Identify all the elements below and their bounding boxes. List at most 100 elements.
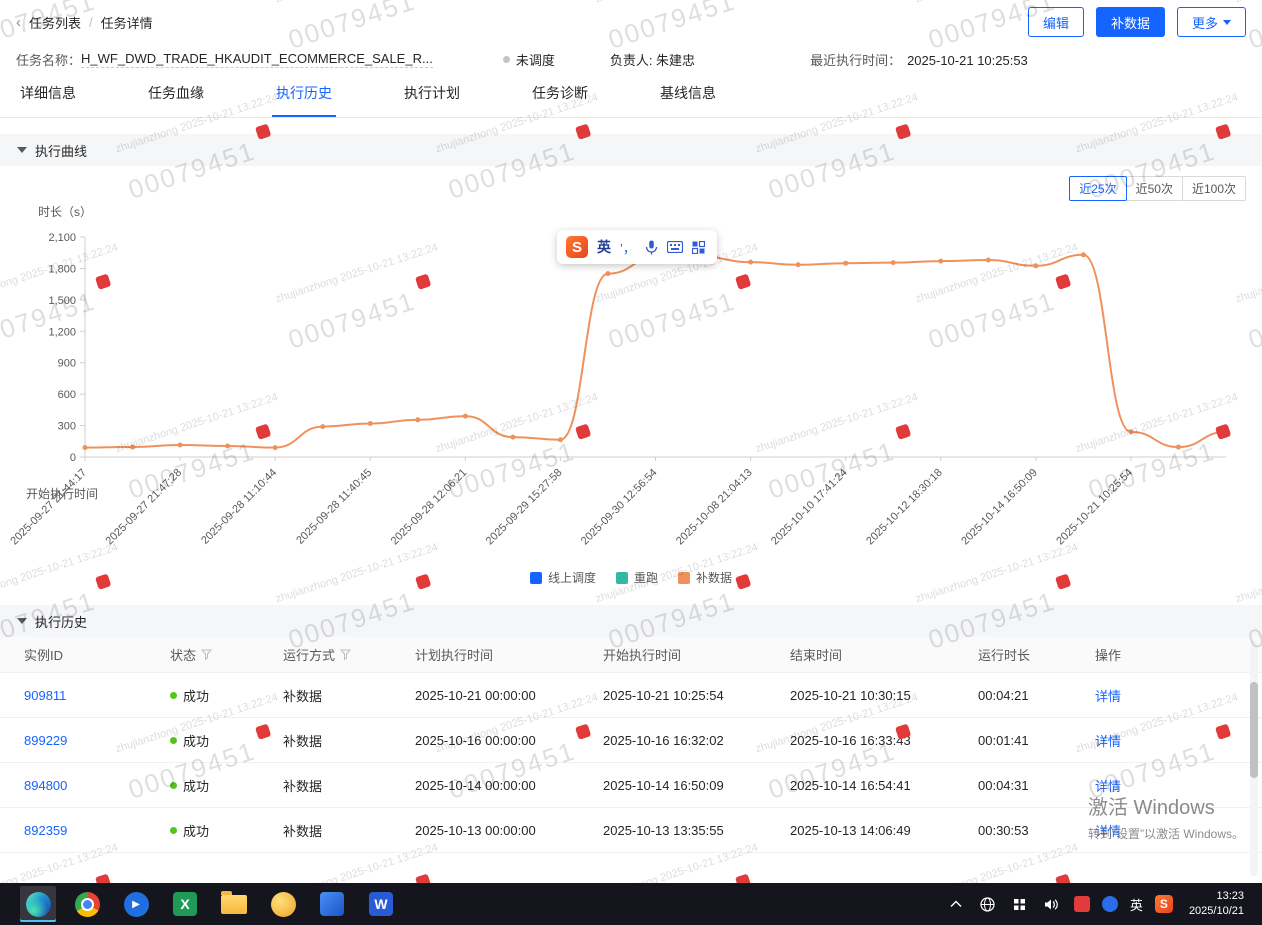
table-scrollbar-thumb[interactable] <box>1250 682 1258 778</box>
tray-blue-app-icon[interactable] <box>1102 896 1118 912</box>
sogou-tray-icon[interactable]: S <box>1155 895 1173 913</box>
svg-text:1,500: 1,500 <box>48 295 76 307</box>
instance-id-link[interactable]: 892359 <box>24 823 170 838</box>
col-start-time: 开始执行时间 <box>603 645 790 664</box>
windows-taskbar: ▶ X W 英 S 13:23 <box>0 883 1262 925</box>
line-chart-canvas[interactable]: 03006009001,2001,5001,8002,1002025-09-27… <box>0 223 1262 567</box>
input-language-indicator[interactable]: 英 <box>1130 895 1143 914</box>
detail-link[interactable]: 详情 <box>1095 686 1262 705</box>
detail-link[interactable]: 详情 <box>1095 731 1262 750</box>
instance-id-link[interactable]: 894800 <box>24 778 170 793</box>
legend-swatch-icon <box>530 572 542 584</box>
word-icon[interactable]: W <box>363 886 399 922</box>
tab-baseline-info[interactable]: 基线信息 <box>656 83 720 117</box>
run-mode-cell: 补数据 <box>283 686 415 705</box>
detail-link[interactable]: 详情 <box>1095 821 1262 840</box>
tray-red-app-icon[interactable] <box>1074 896 1090 912</box>
range-button-group: 近25次 近50次 近100次 <box>0 166 1262 201</box>
range-last-50-button[interactable]: 近50次 <box>1126 176 1183 201</box>
ime-language-toggle[interactable]: 英 <box>597 237 611 257</box>
detail-link[interactable]: 详情 <box>1095 776 1262 795</box>
svg-text:2025-09-27 21:44:17: 2025-09-27 21:44:17 <box>8 467 89 548</box>
chrome-browser-icon[interactable] <box>69 886 105 922</box>
curve-section-header[interactable]: 执行曲线 <box>0 134 1262 166</box>
planned-time-cell: 2025-10-14 00:00:00 <box>415 778 603 793</box>
instance-id-link[interactable]: 909811 <box>24 688 170 703</box>
svg-text:2025-10-12 18:30:18: 2025-10-12 18:30:18 <box>864 467 945 548</box>
instance-id-link[interactable]: 899229 <box>24 733 170 748</box>
app-grid-icon[interactable] <box>1010 894 1030 914</box>
success-dot-icon <box>170 737 177 744</box>
ime-punctuation-toggle[interactable]: ’， <box>620 238 636 257</box>
svg-text:2025-10-14 16:50:09: 2025-10-14 16:50:09 <box>959 467 1040 548</box>
breadcrumb-task-list[interactable]: 任务列表 <box>29 13 81 32</box>
y-axis-title: 时长（s） <box>38 203 92 220</box>
network-icon[interactable] <box>978 894 998 914</box>
more-button[interactable]: 更多 <box>1177 7 1246 37</box>
task-info-row: 任务名称： H_WF_DWD_TRADE_HKAUDIT_ECOMMERCE_S… <box>0 44 1262 74</box>
run-mode-cell: 补数据 <box>283 821 415 840</box>
filter-icon[interactable] <box>340 649 351 660</box>
blue-app-icon[interactable] <box>314 886 350 922</box>
svg-text:1,200: 1,200 <box>48 326 76 338</box>
legend-backfill[interactable]: 补数据 <box>678 569 732 586</box>
task-last-run: 最近执行时间：2025-10-21 10:25:53 <box>810 50 1028 69</box>
table-row: 909811 成功 补数据 2025-10-21 00:00:00 2025-1… <box>0 673 1262 718</box>
planned-time-cell: 2025-10-16 00:00:00 <box>415 733 603 748</box>
start-time-cell: 2025-10-13 13:35:55 <box>603 823 790 838</box>
col-duration: 运行时长 <box>978 645 1095 664</box>
top-actions: 编辑 补数据 更多 <box>1028 7 1246 37</box>
success-dot-icon <box>170 692 177 699</box>
collapse-chevron-icon <box>17 618 27 624</box>
main-content: ‹ 任务列表 / 任务详情 编辑 补数据 更多 任务名称： H_WF_DWD_T… <box>0 0 1262 883</box>
duration-cell: 00:30:53 <box>978 823 1095 838</box>
history-section-header[interactable]: 执行历史 <box>0 605 1262 637</box>
clock[interactable]: 13:23 2025/10/21 <box>1185 889 1254 919</box>
svg-text:300: 300 <box>58 421 76 433</box>
range-last-25-button[interactable]: 近25次 <box>1069 176 1126 201</box>
task-owner: 负责人: 朱建忠 <box>610 50 695 69</box>
legend-online-schedule[interactable]: 线上调度 <box>530 569 596 586</box>
svg-text:2025-09-27 21:47:28: 2025-09-27 21:47:28 <box>103 467 184 548</box>
svg-text:600: 600 <box>58 389 76 401</box>
excel-icon[interactable]: X <box>167 886 203 922</box>
range-last-100-button[interactable]: 近100次 <box>1182 176 1246 201</box>
filter-icon[interactable] <box>201 649 212 660</box>
tab-execution-history[interactable]: 执行历史 <box>272 83 336 117</box>
run-mode-cell: 补数据 <box>283 776 415 795</box>
tab-detail-info[interactable]: 详细信息 <box>16 83 80 117</box>
keyboard-icon[interactable] <box>667 241 683 253</box>
edge-browser-icon[interactable] <box>20 886 56 922</box>
end-time-cell: 2025-10-13 14:06:49 <box>790 823 978 838</box>
svg-text:2025-09-28 11:10:44: 2025-09-28 11:10:44 <box>199 467 279 547</box>
tab-bar: 详细信息 任务血缘 执行历史 执行计划 任务诊断 基线信息 <box>0 74 1262 118</box>
tab-task-diagnosis[interactable]: 任务诊断 <box>528 83 592 117</box>
tab-execution-plan[interactable]: 执行计划 <box>400 83 464 117</box>
file-explorer-icon[interactable] <box>216 886 252 922</box>
duration-cell: 00:04:31 <box>978 778 1095 793</box>
svg-text:2,100: 2,100 <box>48 232 76 244</box>
legend-rerun[interactable]: 重跑 <box>616 569 658 586</box>
table-row: 892359 成功 补数据 2025-10-13 00:00:00 2025-1… <box>0 808 1262 853</box>
clock-time: 13:23 <box>1189 889 1244 904</box>
media-player-icon[interactable]: ▶ <box>118 886 154 922</box>
yellow-app-icon[interactable] <box>265 886 301 922</box>
volume-icon[interactable] <box>1042 894 1062 914</box>
hidden-icons-chevron-icon[interactable] <box>946 894 966 914</box>
taskbar-apps: ▶ X W <box>20 886 399 922</box>
toolbox-grid-icon[interactable] <box>692 241 705 254</box>
x-axis-title: 开始执行时间 <box>26 485 98 502</box>
sogou-logo-icon[interactable]: S <box>566 236 588 258</box>
back-icon[interactable]: ‹ <box>16 14 21 31</box>
edit-button[interactable]: 编辑 <box>1028 7 1084 37</box>
tab-task-lineage[interactable]: 任务血缘 <box>144 83 208 117</box>
microphone-icon[interactable] <box>645 240 658 255</box>
svg-text:2025-10-08 21:04:13: 2025-10-08 21:04:13 <box>674 467 755 548</box>
table-row: 899229 成功 补数据 2025-10-16 00:00:00 2025-1… <box>0 718 1262 763</box>
col-actions: 操作 <box>1095 645 1262 664</box>
backfill-button[interactable]: 补数据 <box>1096 7 1165 37</box>
legend-swatch-icon <box>678 572 690 584</box>
duration-cell: 00:01:41 <box>978 733 1095 748</box>
app-window: ‹ 任务列表 / 任务详情 编辑 补数据 更多 任务名称： H_WF_DWD_T… <box>0 0 1262 925</box>
svg-text:1,800: 1,800 <box>48 263 76 275</box>
